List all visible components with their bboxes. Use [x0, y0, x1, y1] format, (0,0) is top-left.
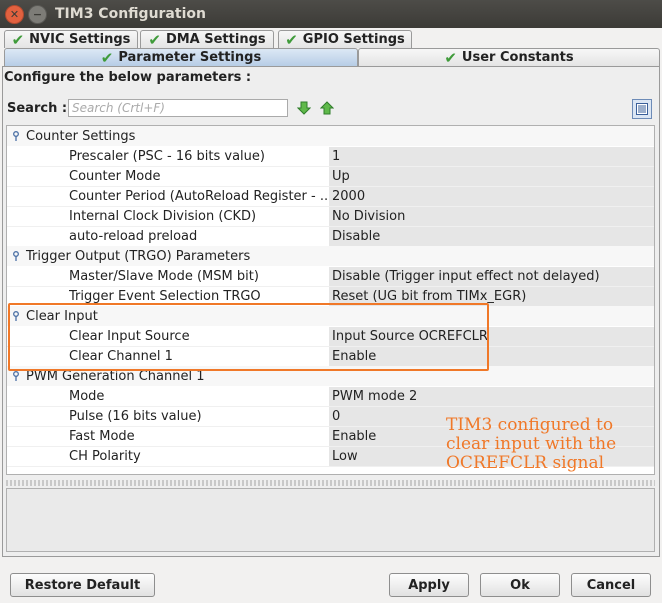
table-row[interactable]: auto-reload preload Disable: [7, 226, 654, 247]
tab-parameter-settings[interactable]: ✔ Parameter Settings: [4, 48, 358, 67]
param-name: Clear Input Source: [69, 328, 190, 344]
arrow-up-icon[interactable]: [320, 101, 334, 115]
table-row[interactable]: Trigger Event Selection TRGO Reset (UG bi…: [7, 286, 654, 307]
table-row[interactable]: Clear Input Source Input Source OCREFCLR: [7, 326, 654, 347]
check-icon: ✔: [444, 48, 457, 67]
group-pwm-generation-channel-1[interactable]: PWM Generation Channel 1: [7, 366, 654, 386]
annotation-text: TIM3 configured to clear input with the …: [446, 416, 636, 473]
param-name: Trigger Event Selection TRGO: [69, 288, 261, 304]
apply-button[interactable]: Apply: [389, 573, 469, 597]
tab-nvic-settings[interactable]: ✔ NVIC Settings: [4, 30, 138, 49]
param-name: Counter Period (AutoReload Register - ..…: [69, 188, 327, 204]
param-name: Clear Channel 1: [69, 348, 173, 364]
param-name: Master/Slave Mode (MSM bit): [69, 268, 259, 284]
table-row[interactable]: Counter Period (AutoReload Register - ..…: [7, 186, 654, 207]
annotation-line: clear input with the: [446, 434, 617, 454]
pin-icon: [13, 251, 19, 261]
param-value[interactable]: Disable (Trigger input effect not delaye…: [329, 266, 654, 286]
param-name: Fast Mode: [69, 428, 135, 444]
pin-icon: [13, 371, 19, 381]
table-row[interactable]: Internal Clock Division (CKD) No Division: [7, 206, 654, 227]
splitter-handle[interactable]: [6, 480, 655, 486]
param-value[interactable]: Up: [329, 166, 654, 186]
pin-icon: [13, 311, 19, 321]
group-clear-input[interactable]: Clear Input: [7, 306, 654, 326]
window-title: TIM3 Configuration: [55, 6, 206, 22]
param-value[interactable]: PWM mode 2: [329, 386, 654, 406]
param-value[interactable]: No Division: [329, 206, 654, 226]
param-name: Internal Clock Division (CKD): [69, 208, 257, 224]
cancel-button[interactable]: Cancel: [571, 573, 651, 597]
check-icon: ✔: [148, 30, 161, 49]
pin-icon: [13, 131, 19, 141]
param-name: Mode: [69, 388, 105, 404]
search-input[interactable]: [68, 99, 288, 117]
minimize-icon[interactable]: −: [28, 4, 47, 24]
param-value[interactable]: Enable: [329, 346, 654, 366]
group-counter-settings[interactable]: Counter Settings: [7, 126, 654, 146]
table-row[interactable]: Clear Channel 1 Enable: [7, 346, 654, 367]
annotation-line: TIM3 configured to: [446, 415, 614, 435]
restore-default-button[interactable]: Restore Default: [10, 573, 155, 597]
param-value[interactable]: 2000: [329, 186, 654, 206]
param-value[interactable]: Input Source OCREFCLR: [329, 326, 654, 346]
group-name: Trigger Output (TRGO) Parameters: [26, 248, 251, 264]
tab-user-constants[interactable]: ✔ User Constants: [358, 48, 660, 67]
tab-gpio-settings[interactable]: ✔ GPIO Settings: [278, 30, 412, 49]
param-name: CH Polarity: [69, 448, 141, 464]
tab-label: Parameter Settings: [118, 50, 262, 65]
param-value[interactable]: Disable: [329, 226, 654, 246]
tab-label: NVIC Settings: [29, 32, 131, 47]
panel-heading: Configure the below parameters :: [4, 70, 252, 85]
list-icon: [636, 103, 648, 115]
param-name: auto-reload preload: [69, 228, 198, 244]
search-label: Search :: [7, 101, 68, 116]
tab-label: DMA Settings: [165, 32, 266, 47]
table-row[interactable]: Counter Mode Up: [7, 166, 654, 187]
tab-dma-settings[interactable]: ✔ DMA Settings: [140, 30, 274, 49]
table-row[interactable]: Prescaler (PSC - 16 bits value) 1: [7, 146, 654, 167]
table-row[interactable]: Mode PWM mode 2: [7, 386, 654, 407]
list-view-button[interactable]: [632, 99, 652, 119]
annotation-line: OCREFCLR signal: [446, 453, 605, 473]
group-trigger-output[interactable]: Trigger Output (TRGO) Parameters: [7, 246, 654, 266]
arrow-down-icon[interactable]: [297, 101, 311, 115]
param-name: Pulse (16 bits value): [69, 408, 202, 424]
check-icon: ✔: [285, 30, 298, 49]
param-value[interactable]: Reset (UG bit from TIMx_EGR): [329, 286, 654, 306]
group-name: Clear Input: [26, 308, 98, 324]
param-name: Counter Mode: [69, 168, 161, 184]
tab-label: User Constants: [461, 50, 574, 65]
check-icon: ✔: [11, 30, 25, 49]
close-icon[interactable]: ✕: [5, 4, 24, 24]
window-titlebar: ✕ − TIM3 Configuration: [0, 0, 662, 28]
tab-label: GPIO Settings: [302, 32, 405, 47]
description-area: [6, 488, 655, 552]
param-value[interactable]: 1: [329, 146, 654, 166]
ok-button[interactable]: Ok: [480, 573, 560, 597]
group-name: Counter Settings: [26, 128, 136, 144]
table-row[interactable]: Master/Slave Mode (MSM bit) Disable (Trig…: [7, 266, 654, 287]
param-name: Prescaler (PSC - 16 bits value): [69, 148, 265, 164]
check-icon: ✔: [100, 48, 114, 67]
group-name: PWM Generation Channel 1: [26, 368, 205, 384]
